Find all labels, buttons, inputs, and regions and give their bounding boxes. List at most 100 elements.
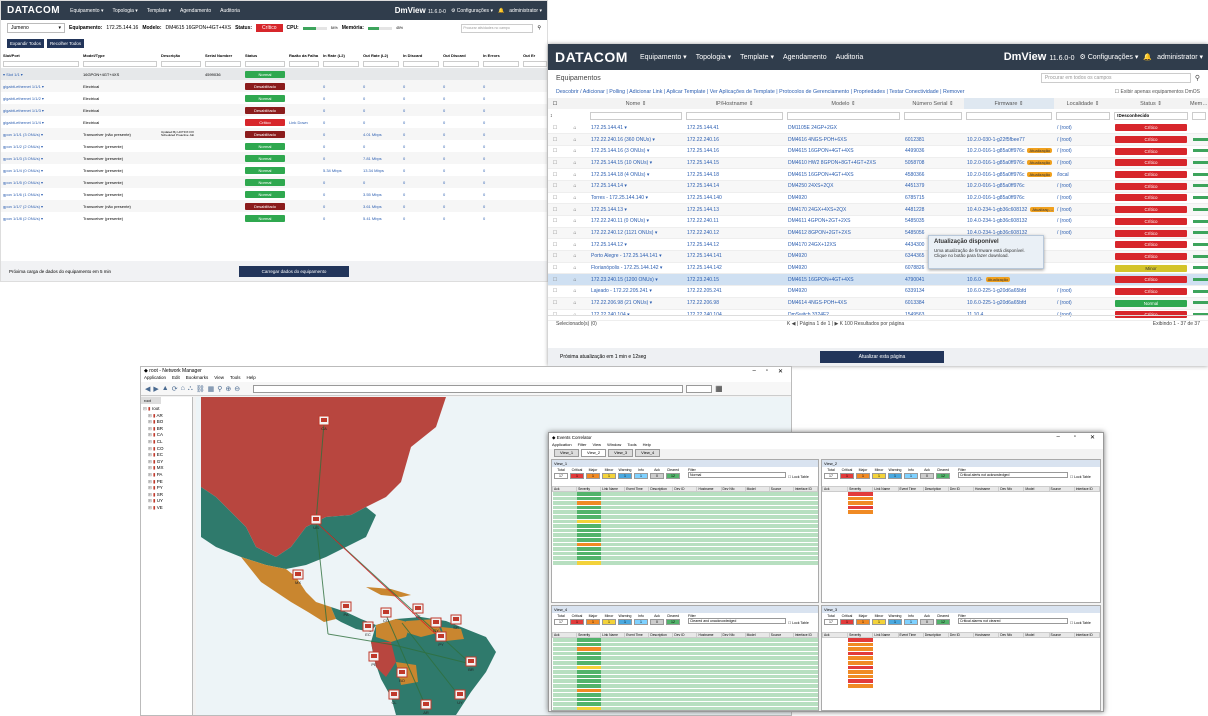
severity-ack[interactable]: Ack 0 [650, 614, 664, 631]
device-name[interactable]: Porto Alegre - 172.25.144.141 ▾ [588, 251, 684, 263]
refresh-page-button[interactable]: Atualizar esta página [820, 351, 944, 363]
config-menu[interactable]: ⚙ Configurações ▾ [1080, 53, 1139, 61]
severity-cleared[interactable]: Cleared 12 [666, 468, 680, 485]
column-header[interactable]: In Errors [481, 51, 521, 60]
device-name[interactable]: 172.25.144.16 (3 ONUs) ▾ [588, 145, 684, 157]
table-row[interactable]: gpon 1/1/6 (1 ONUs) ▾ Transceiver (presen… [1, 188, 547, 200]
column-header[interactable]: Número Serial ⇕ [902, 98, 964, 109]
minimize-icon[interactable]: – [1056, 434, 1059, 441]
minimize-icon[interactable]: – [752, 368, 755, 375]
notification-icon[interactable]: 🔔 [498, 8, 504, 14]
table-row[interactable]: ☐ ⌂ 172.25.144.41 ▾ 172.25.144.41 DM1105E 24… [548, 122, 1208, 134]
tree-item-pe[interactable]: ⊞ ▮ PE [143, 479, 190, 486]
search-input[interactable]: Procurar atividades no campo [461, 23, 534, 33]
column-header[interactable]: In Discard [401, 51, 441, 60]
filter-input[interactable] [483, 61, 519, 67]
tab-view_2[interactable]: View_2 [581, 449, 607, 457]
column-header[interactable]: Out Rate (L2) [361, 51, 401, 60]
filter-input[interactable] [443, 61, 479, 67]
row-checkbox[interactable]: ☐ [548, 145, 562, 157]
filter-select[interactable]: Normal [688, 472, 786, 478]
filter-input[interactable] [523, 61, 547, 67]
row-checkbox[interactable]: ☐ [548, 216, 562, 228]
filter-input[interactable] [363, 61, 399, 67]
lock-table-checkbox[interactable]: ☐ Lock Table [1070, 475, 1091, 485]
tree-item-py[interactable]: ⊞ ▮ PY [143, 485, 190, 492]
tree-item-gy[interactable]: ⊞ ▮ GY [143, 459, 190, 466]
column-header[interactable]: Razão da Falha [287, 51, 321, 60]
device-name[interactable]: 172.23.240.15 (1200 ONUs) ▾ [588, 274, 684, 286]
menu-item-filter[interactable]: Filter [578, 442, 587, 449]
search-input[interactable]: Procurar em todos os campos [1040, 73, 1191, 83]
tree-item-pa[interactable]: ⊞ ▮ PA [143, 472, 190, 479]
menu-item-edit[interactable]: Edit [172, 375, 180, 382]
severity-major[interactable]: Major 1 [856, 614, 870, 631]
event-row[interactable] [822, 683, 1100, 689]
table-row[interactable]: ☐ ⌂ 172.22.240.12 (1121 ONUs) ▾ 172.22.240.… [548, 227, 1208, 239]
device-select[interactable]: Jumeno ▾ [7, 23, 65, 33]
row-checkbox[interactable]: ☐ [548, 134, 562, 146]
table-row[interactable]: ☐ ⌂ 172.25.144.16 (3 ONUs) ▾ 172.25.144.16 D… [548, 145, 1208, 158]
device-name[interactable]: 172.25.144.14 ▾ [588, 180, 684, 192]
severity-total[interactable]: Total 17 [554, 614, 568, 631]
filter-input[interactable] [205, 61, 241, 67]
table-row[interactable]: ☐ ⌂ 172.23.240.15 (1200 ONUs) ▾ 172.23.240.… [548, 273, 1208, 286]
column-header[interactable]: Localidade ⇕ [1054, 98, 1112, 109]
user-menu[interactable]: administrator ▾ [1157, 53, 1203, 61]
table-row[interactable]: ☐ ⌂ 172.25.144.12 ▾ 172.25.144.12 DM4170 24G… [548, 238, 1208, 251]
forward-icon[interactable]: ▶ [153, 385, 158, 393]
column-header[interactable]: Serial Number [203, 51, 243, 60]
filter-input[interactable] [1192, 111, 1206, 120]
row-checkbox[interactable]: ☐ [548, 227, 562, 239]
tree-item-uy[interactable]: ⊞ ▮ UY [143, 498, 190, 505]
column-header[interactable]: Nome ⇕ [588, 98, 684, 109]
device-name[interactable]: 172.22.240.11 (0 ONUs) ▾ [588, 216, 684, 228]
severity-warning[interactable]: Warning 1 [618, 614, 632, 631]
severity-critical[interactable]: Critical 1 [840, 468, 854, 485]
table-row[interactable]: ▾ Slot 1/1 ▾ 16GPON+4GT+4XS 4599036 Normal [1, 68, 547, 80]
column-header[interactable]: Memória ⇕ [1190, 98, 1208, 109]
menu-item-tools[interactable]: Tools [230, 375, 241, 382]
severity-critical[interactable]: Critical 1 [570, 614, 584, 631]
device-name[interactable]: 172.22.240.16 (360 ONUs) ▾ [588, 134, 684, 146]
column-header[interactable]: Out Discard [441, 51, 481, 60]
column-header[interactable]: In Rate (L2) [321, 51, 361, 60]
zoom-in-icon[interactable]: ⊕ [225, 385, 231, 393]
lock-table-checkbox[interactable]: ☐ Lock Table [788, 475, 809, 485]
device-name[interactable]: 172.25.144.18 (4 ONUs) ▾ [588, 169, 684, 181]
tab-view_1[interactable]: View_1 [554, 449, 580, 457]
zoom-select[interactable] [686, 384, 713, 393]
table-row[interactable]: gigabit-ethernet 1/1/2 ▾ Electrical Normal… [1, 92, 547, 104]
row-checkbox[interactable]: ☐ [548, 239, 562, 251]
device-icon[interactable]: ▦ [208, 385, 215, 393]
column-header[interactable]: Modelo ⇕ [785, 98, 902, 109]
severity-total[interactable]: Total 17 [824, 614, 838, 631]
search-icon[interactable]: ⚲ [1195, 74, 1200, 82]
severity-total[interactable]: Total 17 [554, 468, 568, 485]
row-checkbox[interactable]: ☐ [548, 157, 562, 169]
nav-item-0[interactable]: Equipamento ▾ [640, 54, 687, 61]
column-header[interactable]: Firmware ⇕ [964, 98, 1054, 109]
device-name[interactable]: 172.25.144.15 (10 ONUs) ▾ [588, 157, 684, 169]
table-row[interactable]: gpon 1/1/8 (2 ONUs) ▾ Transceiver (presen… [1, 212, 547, 224]
collapse-all-button[interactable]: Recolher Todos [46, 39, 85, 48]
only-dmos-checkbox[interactable]: ☐ Exibir apenas equipamentos DmOS [1115, 89, 1200, 95]
close-icon[interactable]: ✕ [1090, 434, 1095, 441]
reload-equipment-button[interactable]: Carregar dados do equipamento [239, 265, 349, 277]
tree-item-ca[interactable]: ⊞ ▮ CA [143, 432, 190, 439]
menu-item-tools[interactable]: Tools [627, 442, 636, 449]
menu-item-help[interactable]: Help [247, 375, 256, 382]
filter-select[interactable]: Cleared and unacknowledged [688, 618, 786, 624]
severity-warning[interactable]: Warning 1 [618, 468, 632, 485]
row-checkbox[interactable]: ☐ [548, 297, 562, 309]
update-badge[interactable]: Atualização [1027, 148, 1053, 154]
column-header[interactable]: Model/Type [81, 51, 159, 60]
table-row[interactable]: ☐ ⌂ 172.22.206.98 (21 ONUs) ▾ 172.22.206.98… [548, 297, 1208, 309]
row-checkbox[interactable]: ☐ [548, 286, 562, 298]
severity-ack[interactable]: Ack 0 [650, 468, 664, 485]
back-icon[interactable]: ◀ [145, 385, 150, 393]
filter-select[interactable]: Critical alarms not cleared [958, 618, 1068, 624]
severity-info[interactable]: Info 1 [904, 614, 918, 631]
network-icon[interactable]: ⛬ [188, 385, 193, 393]
severity-cleared[interactable]: Cleared 12 [936, 468, 950, 485]
